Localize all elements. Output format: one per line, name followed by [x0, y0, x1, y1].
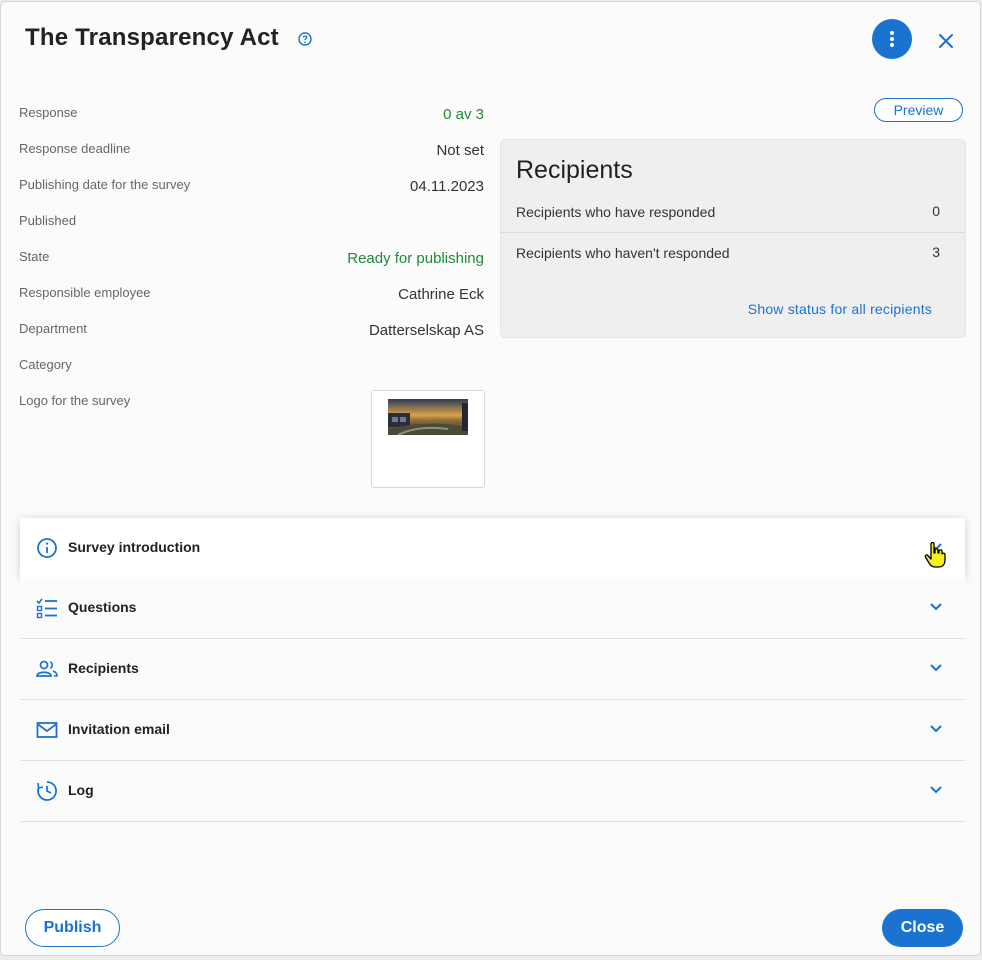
field-response: Response 0 av 3 — [19, 105, 484, 123]
section-recipients[interactable]: Recipients — [20, 639, 965, 700]
field-published: Published — [19, 213, 77, 228]
chevron-down-icon[interactable] — [929, 724, 943, 734]
field-state: State Ready for publishing — [19, 249, 484, 267]
preview-button[interactable]: Preview — [874, 98, 963, 122]
state-badge: Ready for publishing — [347, 250, 484, 267]
section-log[interactable]: Log — [20, 761, 965, 822]
publish-button[interactable]: Publish — [25, 909, 120, 947]
recipients-responded-row: Recipients who have responded 0 — [501, 192, 965, 233]
field-response-deadline: Response deadline Not set — [19, 141, 484, 159]
field-category: Category — [19, 357, 72, 372]
survey-sections-accordion: Survey introduction Questions Recipients… — [20, 518, 965, 822]
survey-details: Response 0 av 3 Response deadline Not se… — [19, 102, 484, 426]
logo-image — [388, 399, 468, 435]
close-button[interactable]: Close — [882, 909, 963, 947]
section-invitation-email[interactable]: Invitation email — [20, 700, 965, 761]
recipients-card-title: Recipients — [516, 156, 633, 184]
checklist-icon — [36, 598, 57, 619]
people-icon — [36, 660, 58, 677]
page-title: The Transparency Act — [25, 24, 279, 51]
section-survey-introduction[interactable]: Survey introduction — [20, 518, 965, 578]
recipients-not-responded-row: Recipients who haven't responded 3 — [516, 244, 940, 261]
field-responsible-employee: Responsible employee Cathrine Eck — [19, 285, 484, 303]
close-icon[interactable] — [935, 30, 957, 52]
help-icon[interactable] — [298, 32, 312, 46]
section-questions[interactable]: Questions — [20, 578, 965, 639]
chevron-down-icon[interactable] — [929, 663, 943, 673]
more-options-button[interactable] — [872, 19, 912, 59]
hand-cursor-icon — [924, 541, 946, 568]
recipients-summary-card: Recipients Recipients who have responded… — [500, 139, 966, 338]
show-recipient-status-link[interactable]: Show status for all recipients — [748, 301, 932, 317]
response-count: 0 av 3 — [443, 106, 484, 123]
mail-icon — [36, 722, 58, 738]
chevron-down-icon[interactable] — [929, 602, 943, 612]
field-department: Department Datterselskap AS — [19, 321, 484, 339]
field-publishing-date: Publishing date for the survey 04.11.202… — [19, 177, 484, 195]
chevron-down-icon[interactable] — [929, 785, 943, 795]
history-icon — [37, 781, 57, 801]
more-vertical-icon — [890, 31, 894, 47]
survey-logo-thumbnail[interactable] — [371, 390, 485, 488]
info-icon — [37, 538, 57, 558]
not-responded-count: 3 — [932, 244, 940, 260]
responded-count: 0 — [932, 203, 940, 219]
survey-dialog: The Transparency Act Response 0 av 3 Res… — [1, 2, 980, 955]
